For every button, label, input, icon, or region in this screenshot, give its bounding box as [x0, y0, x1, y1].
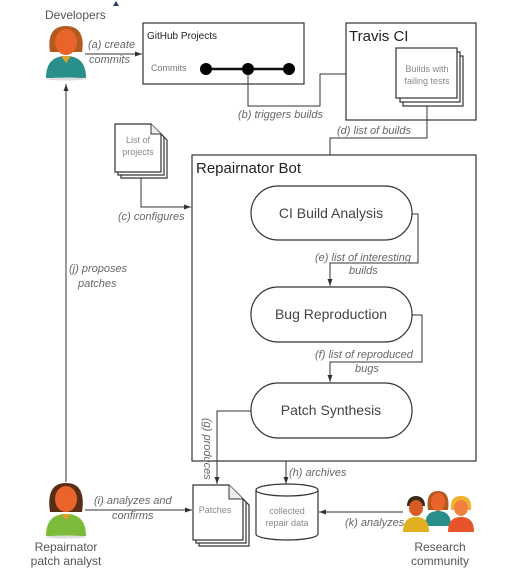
stray-mark — [113, 1, 119, 6]
svg-text:(e) list of interesting: (e) list of interesting — [315, 252, 412, 264]
svg-text:projects: projects — [122, 147, 154, 157]
stage-patch-synthesis: Patch Synthesis — [250, 382, 413, 439]
svg-text:bugs: bugs — [355, 363, 379, 375]
repairnator-diagram: Developers (a) create commits GitHub Pro… — [31, 1, 477, 568]
edge-a-create-commits: (a) create commits — [85, 39, 142, 66]
patch-analyst-actor: Repairnator patch analyst — [31, 483, 102, 568]
svg-text:Patches: Patches — [199, 505, 232, 515]
edge-i-analyzes-confirms: (i) analyzes and confirms — [85, 495, 192, 522]
researcher-person-icon — [425, 491, 451, 526]
stage-ci-build-analysis: CI Build Analysis — [250, 185, 413, 241]
travis-ci-box: Travis CI Builds with failing tests — [345, 22, 477, 121]
svg-text:repair data: repair data — [265, 518, 308, 528]
svg-text:(i) analyzes and: (i) analyzes and — [94, 495, 173, 507]
svg-text:List of: List of — [126, 135, 151, 145]
edge-h-archives: (h) archives — [283, 461, 347, 484]
patches-doc: Patches — [192, 484, 250, 547]
researcher-person-icon — [448, 496, 474, 532]
analyst-label-line2: patch analyst — [31, 554, 102, 568]
stage-bug-reproduction: Bug Reproduction — [250, 286, 413, 343]
svg-text:commits: commits — [89, 54, 130, 66]
svg-text:(c) configures: (c) configures — [118, 211, 185, 223]
analyst-person-icon — [46, 483, 86, 539]
svg-text:Builds with: Builds with — [405, 64, 448, 74]
repair-data-cylinder: collected repair data — [255, 483, 319, 541]
svg-text:(g) produces: (g) produces — [201, 418, 213, 480]
svg-text:collected: collected — [269, 506, 305, 516]
svg-text:(d) list of builds: (d) list of builds — [337, 125, 411, 137]
svg-text:builds: builds — [349, 265, 378, 277]
github-title: GitHub Projects — [147, 31, 217, 42]
svg-text:(j) proposes: (j) proposes — [69, 263, 128, 275]
svg-text:(f) list of reproduced: (f) list of reproduced — [315, 349, 414, 361]
github-projects-box: GitHub Projects Commits — [142, 22, 305, 85]
research-community-actor: Research community — [403, 491, 474, 568]
analyst-label-line1: Repairnator — [35, 540, 98, 554]
developers-label: Developers — [45, 8, 106, 22]
list-of-projects-doc: List of projects — [114, 123, 168, 179]
developer-person-icon — [46, 26, 86, 81]
builds-stack: Builds with failing tests — [395, 47, 464, 107]
commit-dot — [242, 63, 254, 75]
bot-title: Repairnator Bot — [196, 160, 302, 177]
svg-text:(a) create: (a) create — [88, 39, 135, 51]
svg-text:confirms: confirms — [112, 510, 154, 522]
commits-label: Commits — [151, 63, 187, 73]
research-label-line1: Research — [414, 540, 465, 554]
svg-text:failing tests: failing tests — [404, 76, 450, 86]
commit-dot — [283, 63, 295, 75]
svg-text:(k) analyzes: (k) analyzes — [345, 517, 405, 529]
svg-text:CI Build Analysis: CI Build Analysis — [279, 205, 383, 221]
researcher-person-icon — [403, 496, 429, 532]
edge-c-configures: (c) configures — [118, 178, 191, 223]
svg-text:patches: patches — [77, 278, 117, 290]
svg-text:(h) archives: (h) archives — [289, 467, 347, 479]
travis-title: Travis CI — [349, 28, 408, 45]
edge-k-analyzes: (k) analyzes — [319, 509, 405, 529]
commit-dot — [200, 63, 212, 75]
svg-text:Patch Synthesis: Patch Synthesis — [281, 402, 381, 418]
research-label-line2: community — [411, 554, 469, 568]
svg-text:Bug Reproduction: Bug Reproduction — [275, 306, 387, 322]
svg-text:(b) triggers builds: (b) triggers builds — [238, 109, 323, 121]
